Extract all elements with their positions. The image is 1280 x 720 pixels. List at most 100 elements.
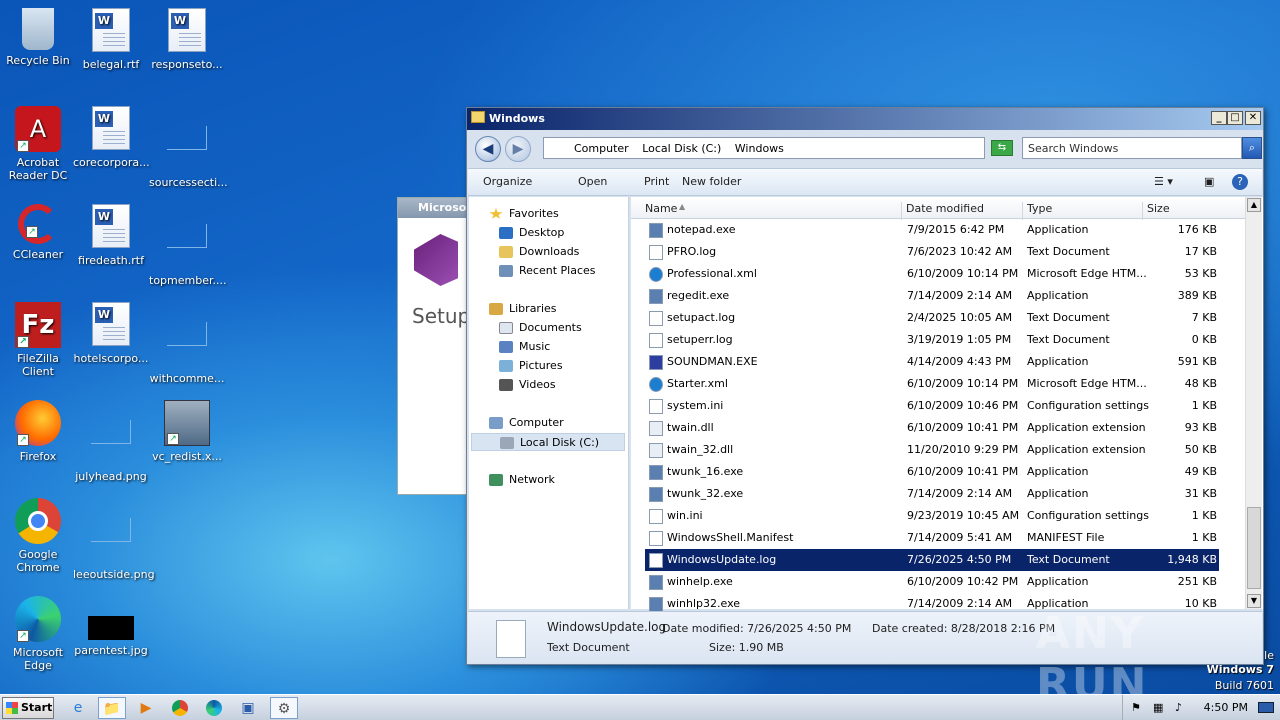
file-type: Application bbox=[1027, 487, 1089, 500]
desktop-icon-julyhead[interactable]: julyhead.png bbox=[73, 400, 149, 483]
filezilla-icon: Fz ↗ bbox=[15, 302, 61, 348]
desktop-icon-recycle-bin[interactable]: Recycle Bin bbox=[0, 8, 76, 67]
search-input[interactable]: Search Windows bbox=[1022, 137, 1242, 159]
nav-music[interactable]: Music bbox=[499, 338, 550, 356]
desktop-icon-firefox[interactable]: ↗ Firefox bbox=[0, 400, 76, 463]
desktop-icon-filezilla[interactable]: Fz ↗ FileZilla Client bbox=[0, 302, 76, 378]
file-row[interactable]: regedit.exe 7/14/2009 2:14 AM Application 3… bbox=[645, 285, 1219, 307]
file-row[interactable]: WindowsUpdate.log 7/26/2025 4:50 PM Text D… bbox=[645, 549, 1219, 571]
help-icon[interactable]: ? bbox=[1232, 174, 1248, 190]
network-tray-icon[interactable]: ▦ bbox=[1153, 701, 1163, 714]
vertical-scrollbar[interactable]: ▲ ▼ bbox=[1245, 197, 1262, 609]
file-type: Microsoft Edge HTM... bbox=[1027, 267, 1147, 280]
desktop-icon-sourcessecti[interactable]: sourcessecti... bbox=[149, 106, 228, 189]
taskbar-chrome-icon[interactable] bbox=[166, 697, 194, 719]
nav-pictures[interactable]: Pictures bbox=[499, 357, 563, 375]
file-row[interactable]: win.ini 9/23/2019 10:45 AM Configuration s… bbox=[645, 505, 1219, 527]
desktop-icon-chrome[interactable]: Google Chrome bbox=[0, 498, 76, 574]
explorer-titlebar[interactable]: Windows _ □ ✕ bbox=[467, 108, 1263, 130]
scroll-down-arrow-icon[interactable]: ▼ bbox=[1247, 594, 1261, 608]
file-dll-icon bbox=[649, 443, 663, 458]
desktop-icon-parentest[interactable]: parentest.jpg bbox=[73, 596, 149, 657]
close-button[interactable]: ✕ bbox=[1245, 111, 1261, 125]
file-type: Application bbox=[1027, 289, 1089, 302]
file-row[interactable]: WindowsShell.Manifest 7/14/2009 5:41 AM MA… bbox=[645, 527, 1219, 549]
ccleaner-icon: ↗ bbox=[18, 204, 58, 244]
organize-button[interactable]: Organize bbox=[483, 175, 532, 188]
show-desktop-icon[interactable] bbox=[1258, 702, 1274, 713]
desktop-icon-belegal[interactable]: belegal.rtf bbox=[73, 8, 149, 71]
taskbar-remote-desktop-icon[interactable]: ▣ bbox=[234, 697, 262, 719]
clock[interactable]: 4:50 PM bbox=[1204, 701, 1248, 714]
file-row[interactable]: twunk_32.exe 7/14/2009 2:14 AM Application… bbox=[645, 483, 1219, 505]
file-row[interactable]: Professional.xml 6/10/2009 10:14 PM Micros… bbox=[645, 263, 1219, 285]
nav-documents[interactable]: Documents bbox=[499, 319, 582, 337]
nav-computer[interactable]: Computer bbox=[489, 414, 564, 432]
start-button[interactable]: Start bbox=[2, 697, 54, 719]
scrollbar-thumb[interactable] bbox=[1247, 507, 1261, 589]
desktop-icon-vc-redist[interactable]: ↗ vc_redist.x... bbox=[149, 400, 225, 463]
nav-videos[interactable]: Videos bbox=[499, 376, 556, 394]
file-row[interactable]: notepad.exe 7/9/2015 6:42 PM Application 17… bbox=[645, 219, 1219, 241]
taskbar-edge-icon[interactable] bbox=[200, 697, 228, 719]
view-options-icon[interactable]: ☰ ▾ bbox=[1154, 175, 1173, 188]
file-row[interactable]: Starter.xml 6/10/2009 10:14 PM Microsoft E… bbox=[645, 373, 1219, 395]
setup-window[interactable]: Microso Setup bbox=[397, 197, 477, 495]
preview-pane-icon[interactable]: ▣ bbox=[1204, 175, 1214, 188]
file-type: Configuration settings bbox=[1027, 509, 1149, 522]
taskbar-explorer-icon[interactable]: 📁 bbox=[98, 697, 126, 719]
file-row[interactable]: setupact.log 2/4/2025 10:05 AM Text Docume… bbox=[645, 307, 1219, 329]
desktop-icon-ccleaner[interactable]: ↗ CCleaner bbox=[0, 204, 76, 261]
breadcrumb-local-disk[interactable]: Local Disk (C:) bbox=[642, 142, 721, 155]
nav-favorites[interactable]: Favorites bbox=[489, 205, 559, 223]
desktop-icon-firedeath[interactable]: firedeath.rtf bbox=[73, 204, 149, 267]
file-type: Microsoft Edge HTM... bbox=[1027, 377, 1147, 390]
column-size[interactable]: Size bbox=[1142, 202, 1222, 220]
search-icon[interactable]: ⌕ bbox=[1242, 137, 1262, 159]
column-type[interactable]: Type bbox=[1022, 202, 1142, 220]
volume-icon[interactable]: ♪ bbox=[1175, 701, 1182, 714]
file-row[interactable]: SOUNDMAN.EXE 4/14/2009 4:43 PM Application… bbox=[645, 351, 1219, 373]
nav-desktop[interactable]: Desktop bbox=[499, 224, 564, 242]
taskbar-ie-icon[interactable]: e bbox=[64, 697, 92, 719]
breadcrumb[interactable]: Computer Local Disk (C:) Windows bbox=[543, 137, 985, 159]
file-row[interactable]: winhelp.exe 6/10/2009 10:42 PM Application… bbox=[645, 571, 1219, 593]
nav-recent-places[interactable]: Recent Places bbox=[499, 262, 596, 280]
file-row[interactable]: twain.dll 6/10/2009 10:41 PM Application e… bbox=[645, 417, 1219, 439]
breadcrumb-windows[interactable]: Windows bbox=[735, 142, 784, 155]
flag-icon[interactable]: ⚑ bbox=[1131, 701, 1141, 714]
open-button[interactable]: Open bbox=[578, 175, 607, 188]
file-log-icon bbox=[649, 333, 663, 348]
file-row[interactable]: system.ini 6/10/2009 10:46 PM Configuratio… bbox=[645, 395, 1219, 417]
explorer-window[interactable]: Windows _ □ ✕ ◀ ▶ Computer Local Disk (C… bbox=[466, 107, 1264, 665]
file-row[interactable]: twain_32.dll 11/20/2010 9:29 PM Applicatio… bbox=[645, 439, 1219, 461]
taskbar-installer-icon[interactable]: ⚙ bbox=[270, 697, 298, 719]
back-button[interactable]: ◀ bbox=[475, 136, 501, 162]
desktop-icon-leeoutside[interactable]: leeoutside.png bbox=[73, 498, 155, 581]
breadcrumb-computer[interactable]: Computer bbox=[574, 142, 629, 155]
nav-local-disk[interactable]: Local Disk (C:) bbox=[471, 433, 625, 451]
desktop-icon-withcomme[interactable]: withcomme... bbox=[149, 302, 225, 385]
file-row[interactable]: setuperr.log 3/19/2019 1:05 PM Text Docume… bbox=[645, 329, 1219, 351]
file-row[interactable]: PFRO.log 7/6/2023 10:42 AM Text Document 17… bbox=[645, 241, 1219, 263]
desktop-icon-responseto[interactable]: responseto... bbox=[149, 8, 225, 71]
desktop-icon-edge[interactable]: ↗ Microsoft Edge bbox=[0, 596, 76, 672]
desktop-icon-corecorpora[interactable]: corecorpora... bbox=[73, 106, 150, 169]
file-date-modified: 3/19/2019 1:05 PM bbox=[907, 333, 1012, 346]
taskbar-media-player-icon[interactable]: ▶ bbox=[132, 697, 160, 719]
nav-downloads[interactable]: Downloads bbox=[499, 243, 579, 261]
desktop-icon-hotelscorpo[interactable]: hotelscorpo... bbox=[73, 302, 149, 365]
forward-button[interactable]: ▶ bbox=[505, 136, 531, 162]
column-date[interactable]: Date modified bbox=[901, 202, 1021, 220]
new-folder-button[interactable]: New folder bbox=[682, 175, 741, 188]
refresh-button[interactable]: ⇆ bbox=[991, 140, 1013, 156]
maximize-button[interactable]: □ bbox=[1227, 111, 1243, 125]
print-button[interactable]: Print bbox=[644, 175, 669, 188]
desktop-icon-acrobat[interactable]: A ↗ Acrobat Reader DC bbox=[0, 106, 76, 182]
file-row[interactable]: twunk_16.exe 6/10/2009 10:41 PM Applicatio… bbox=[645, 461, 1219, 483]
nav-libraries[interactable]: Libraries bbox=[489, 300, 557, 318]
minimize-button[interactable]: _ bbox=[1211, 111, 1227, 125]
desktop-icon-topmember[interactable]: topmember.... bbox=[149, 204, 226, 287]
scroll-up-arrow-icon[interactable]: ▲ bbox=[1247, 198, 1261, 212]
nav-network[interactable]: Network bbox=[489, 471, 555, 489]
